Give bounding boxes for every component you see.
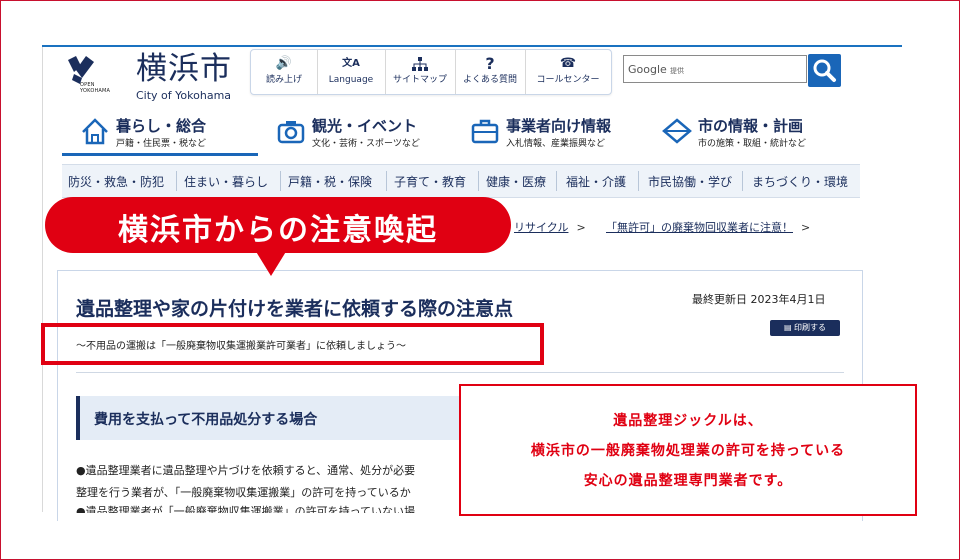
alert-callout-text: 横浜市からの注意喚起 (118, 213, 438, 248)
call-center-button[interactable]: ☎ コールセンター (525, 50, 611, 94)
breadcrumb-separator: > (801, 221, 811, 234)
sitemap-icon (385, 50, 455, 74)
translate-icon: 文A (342, 58, 360, 69)
section-heading: 費用を支払って不用品処分する場合 (76, 396, 496, 440)
page-title: 遺品整理や家の片付けを業者に依頼する際の注意点 (76, 298, 514, 320)
divider (76, 372, 844, 373)
alert-callout: 横浜市からの注意喚起 (45, 197, 511, 253)
divider (176, 171, 177, 191)
info-box-line: 遺品整理ジックルは、 (613, 413, 763, 429)
breadcrumb-separator: > (576, 221, 586, 234)
last-updated: 最終更新日 2023年4月1日 (692, 293, 826, 306)
nav-active-indicator (62, 153, 258, 156)
body-text-line: ●遺品整理業者に遺品整理や片づけを依頼すると、通常、処分が必要 (76, 464, 416, 477)
category-education[interactable]: 子育て・教育 (394, 173, 466, 190)
search-input[interactable]: Google 提供 (623, 55, 807, 83)
yokohama-logo[interactable]: OPEN YOKOHAMA 横浜市 City of Yokohama (66, 52, 236, 104)
site-name-en: City of Yokohama (136, 89, 232, 102)
question-icon: ? (485, 54, 495, 73)
nav-business[interactable]: 事業者向け情報 入札情報、産業振興など (470, 112, 630, 154)
body-text-line: 整理を行う業者が、「一般廃棄物収集運搬業」の許可を持っているか (76, 486, 411, 499)
print-button[interactable]: ▤ 印刷する (770, 320, 840, 336)
search-placeholder: Google 提供 (628, 63, 684, 76)
page-left-border (42, 47, 43, 512)
emblem-text: OPEN YOKOHAMA (80, 82, 111, 94)
body-text-line: ●遺品整理業者が「一般廃棄物収集運搬業」の許可を持っていない場 (76, 505, 416, 513)
category-health[interactable]: 健康・医療 (486, 173, 546, 190)
house-icon (82, 118, 108, 145)
divider (280, 171, 281, 191)
printer-icon: ▤ (783, 323, 795, 332)
sitemap-button[interactable]: サイトマップ (385, 50, 456, 94)
site-name-jp: 横浜市 (136, 51, 232, 87)
breadcrumb: リサイクル > (514, 219, 586, 235)
divider (556, 171, 557, 191)
read-aloud-button[interactable]: 🔊 読み上げ (251, 50, 318, 94)
city-hall-icon (662, 118, 692, 144)
category-housing[interactable]: 住まい・暮らし (184, 173, 268, 190)
divider (742, 171, 743, 191)
category-civic[interactable]: 市民協働・学び (648, 173, 732, 190)
category-disaster[interactable]: 防災・救急・防犯 (68, 173, 164, 190)
language-button[interactable]: 文A Language (317, 50, 386, 94)
phone-icon: ☎ (559, 56, 577, 71)
divider (638, 171, 639, 191)
info-box-line: 安心の遺品整理専門業者です。 (583, 473, 793, 489)
header-top-border (42, 45, 902, 47)
search-icon (813, 59, 836, 82)
nav-living[interactable]: 暮らし・総合 戸籍・住民票・税など (80, 112, 256, 154)
breadcrumb-link-recycle[interactable]: リサイクル (514, 221, 568, 234)
camera-icon (277, 121, 305, 144)
category-welfare[interactable]: 福祉・介護 (566, 173, 626, 190)
divider (478, 171, 479, 191)
utility-menu: 🔊 読み上げ 文A Language サイトマップ ? よくある質問 ☎ コール… (250, 49, 612, 95)
briefcase-icon (471, 119, 499, 144)
breadcrumb-link-unlicensed[interactable]: 「無許可」の廃棄物回収業者に注意！ (606, 221, 793, 234)
category-nav: 防災・救急・防犯 住まい・暮らし 戸籍・税・保険 子育て・教育 健康・医療 福祉… (62, 164, 860, 198)
info-box: 遺品整理ジックルは、 横浜市の一般廃棄物処理業の許可を持っている 安心の遺品整理… (459, 384, 917, 516)
category-town[interactable]: まちづくり・環境 (752, 173, 848, 190)
faq-button[interactable]: ? よくある質問 (455, 50, 526, 94)
category-registry[interactable]: 戸籍・税・保険 (288, 173, 372, 190)
speaker-icon: 🔊 (275, 56, 293, 71)
divider (386, 171, 387, 191)
search-button[interactable] (808, 54, 841, 87)
info-box-line: 横浜市の一般廃棄物処理業の許可を持っている (530, 443, 846, 459)
highlight-box (41, 323, 544, 365)
breadcrumb-item: 「無許可」の廃棄物回収業者に注意！ > (606, 219, 810, 235)
nav-tourism[interactable]: 観光・イベント 文化・芸術・スポーツなど (276, 112, 446, 154)
nav-city-info[interactable]: 市の情報・計画 市の施策・取組・統計など (662, 112, 832, 154)
alert-callout-pointer (255, 250, 287, 276)
